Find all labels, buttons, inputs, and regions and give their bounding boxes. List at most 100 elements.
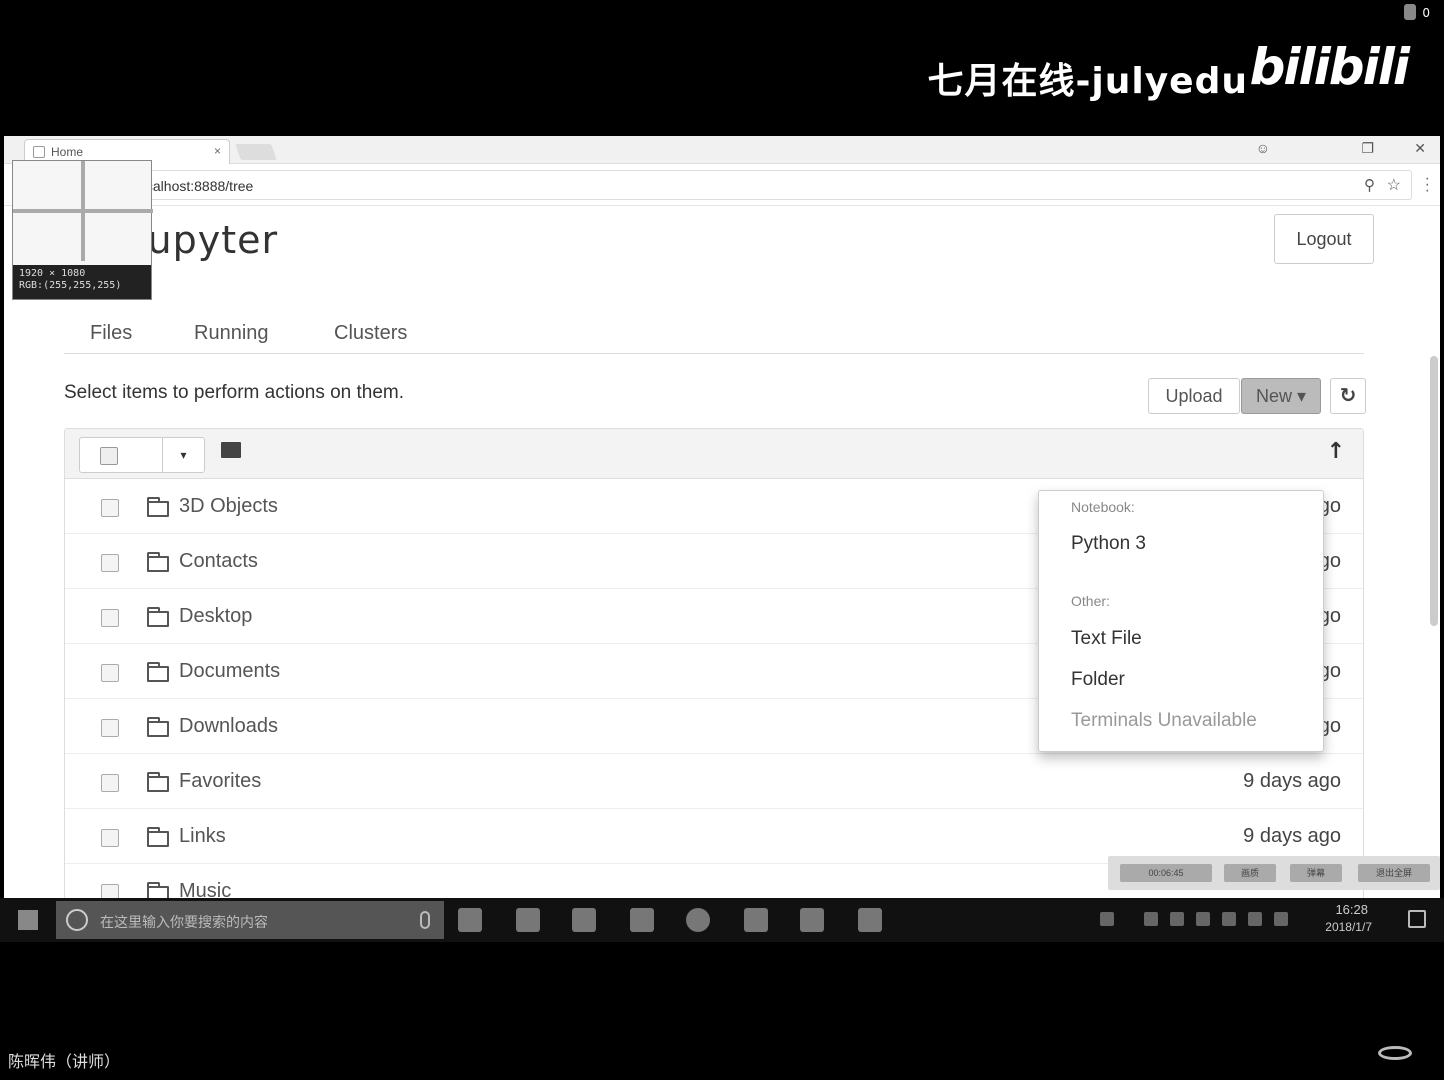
network-icon[interactable] [1196,912,1210,926]
item-checkbox[interactable] [101,499,119,517]
volume-icon[interactable] [1248,912,1262,926]
bookmark-star-icon[interactable]: ☆ [1387,175,1401,195]
sort-arrow-icon[interactable]: ↑ [1327,439,1345,464]
select-all-checkbox[interactable] [100,447,118,465]
item-name[interactable]: Desktop [179,605,252,628]
new-python3-item[interactable]: Python 3 [1071,533,1146,555]
item-name[interactable]: 3D Objects [179,495,278,518]
tray-app-icon[interactable] [1170,912,1184,926]
tab-close-icon[interactable]: × [214,144,221,158]
address-bar: ↻ i localhost:8888/tree ⚲ ☆ ··· [4,164,1440,206]
selection-hint: Select items to perform actions on them. [64,382,405,403]
item-name[interactable]: Music [179,880,231,898]
account-icon[interactable]: ☺ [1256,140,1270,156]
folder-icon [147,497,169,517]
taskbar-app-icon[interactable] [744,908,768,932]
new-text-file-item[interactable]: Text File [1071,628,1142,650]
close-icon[interactable]: ✕ [1414,140,1426,157]
refresh-icon[interactable]: ↻ [1330,378,1366,414]
battery-icon[interactable] [1222,912,1236,926]
item-name[interactable]: Downloads [179,715,278,738]
jupyter-logo-text: jupyter [136,218,279,262]
notification-icon[interactable] [1408,910,1426,928]
folder-icon [147,552,169,572]
new-button[interactable]: New ▾ [1241,378,1321,414]
select-all-dropdown[interactable]: ▾ [79,437,205,473]
folder-icon [147,662,169,682]
file-list-header: ▾ ↑ [65,429,1363,479]
item-modified: 9 days ago [1243,825,1341,847]
terminals-unavailable-item: Terminals Unavailable [1071,710,1257,731]
tab-files[interactable]: Files [90,322,132,345]
task-view-icon[interactable] [458,908,482,932]
browser-app-icon[interactable] [686,908,710,932]
jupyter-page: jupyter Logout Files Running Clusters Se… [4,206,1440,898]
windows-start-icon[interactable] [18,910,38,930]
video-frame: 0 七月在线-julyedu bilibili Home × ☺ ❐ ✕ ↻ i… [0,0,1444,1080]
speaker-caption: 陈晖伟（讲师） [8,1052,121,1071]
item-name[interactable]: Links [179,825,226,848]
item-name[interactable]: Documents [179,660,280,683]
people-icon[interactable] [1100,912,1114,926]
tab-clusters[interactable]: Clusters [334,322,407,345]
jupyter-tabs: Files Running Clusters [64,310,1364,354]
exit-fullscreen-button[interactable]: 退出全屏 [1358,864,1430,882]
item-checkbox[interactable] [101,554,119,572]
browser-menu-icon[interactable]: · · · [1425,171,1430,199]
browser-tab-title: Home [51,145,84,159]
picker-rgb-text: RGB:(255,255,255) [19,280,122,291]
search-placeholder: 在这里输入你要搜索的内容 [100,915,268,931]
zoom-icon[interactable]: ⚲ [1364,176,1375,194]
upload-button[interactable]: Upload [1148,378,1240,414]
item-checkbox[interactable] [101,829,119,847]
chevron-down-icon[interactable]: ▾ [162,438,204,472]
item-checkbox[interactable] [101,719,119,737]
item-name[interactable]: Favorites [179,770,261,793]
taskbar-search-box[interactable]: 在这里输入你要搜索的内容 [56,901,444,939]
taskbar-clock-time[interactable]: 16:28 [1335,902,1368,917]
item-modified: 9 days ago [1243,770,1341,792]
taskbar-app-icon[interactable] [516,908,540,932]
taskbar-app-icon[interactable] [858,908,882,932]
new-tab-button[interactable] [235,144,277,160]
tab-running[interactable]: Running [194,322,269,345]
microphone-icon[interactable] [420,911,430,929]
decorative-glyph-icon [1378,1046,1412,1060]
file-explorer-icon[interactable] [572,908,596,932]
folder-icon [147,827,169,847]
taskbar-clock-date[interactable]: 2018/1/7 [1325,920,1372,934]
page-icon [33,146,45,158]
new-folder-item[interactable]: Folder [1071,669,1125,691]
new-menu: Notebook: Python 3 Other: Text File Fold… [1038,490,1324,752]
list-item[interactable]: Favorites 9 days ago [65,754,1363,809]
item-checkbox[interactable] [101,774,119,792]
playback-timer: 00:06:45 [1120,864,1212,882]
julyedu-watermark: 七月在线-julyedu [927,61,1248,102]
browser-window: Home × ☺ ❐ ✕ ↻ i localhost:8888/tree ⚲ ☆… [4,136,1440,898]
color-picker-overlay: 1920 × 1080 RGB:(255,255,255) [12,160,153,300]
taskbar-app-icon[interactable] [630,908,654,932]
tray-up-arrow-icon[interactable] [1144,912,1158,926]
logout-button[interactable]: Logout [1274,214,1374,264]
item-checkbox[interactable] [101,609,119,627]
folder-icon[interactable] [221,442,241,458]
input-method-icon[interactable] [1274,912,1288,926]
item-checkbox[interactable] [101,664,119,682]
item-checkbox[interactable] [101,884,119,898]
restore-icon[interactable]: ❐ [1361,140,1374,157]
page-scrollbar[interactable] [1430,356,1438,626]
cortana-icon[interactable] [66,909,88,931]
crosshair-horizontal [13,209,153,213]
picker-readout: 1920 × 1080 RGB:(255,255,255) [13,265,151,299]
item-name[interactable]: Contacts [179,550,258,573]
quality-button[interactable]: 画质 [1224,864,1276,882]
taskbar-app-icon[interactable] [800,908,824,932]
other-header: Other: [1071,593,1110,609]
url-text: localhost:8888/tree [135,178,254,194]
folder-icon [147,717,169,737]
danmaku-button[interactable]: 弹幕 [1290,864,1342,882]
browser-tab-bar: Home × ☺ ❐ ✕ [4,136,1440,164]
url-field[interactable]: i localhost:8888/tree ⚲ ☆ [104,170,1412,200]
video-player-controls: 00:06:45 画质 弹幕 退出全屏 [1108,856,1440,890]
picker-size-text: 1920 × 1080 [19,268,86,279]
